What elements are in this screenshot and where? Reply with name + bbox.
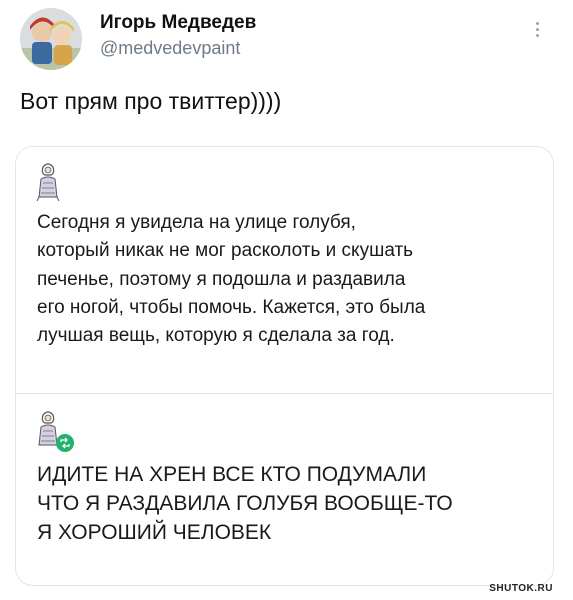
- more-vertical-icon[interactable]: [532, 22, 542, 46]
- post-line: печенье, поэтому я подошла и раздавила: [37, 268, 406, 290]
- avatar-photo: [20, 8, 82, 70]
- retweet-icon: [56, 434, 74, 452]
- tweet-text: Вот прям про твиттер)))): [20, 88, 282, 114]
- post-divider: [16, 393, 553, 394]
- author-name[interactable]: Игорь Медведев: [100, 12, 256, 34]
- post-line: который никак не мог расколоть и скушать: [37, 240, 414, 262]
- post-line: лучшая вещь, которую я сделала за год.: [37, 325, 395, 347]
- post-line: ЧТО Я РАЗДАВИЛА ГОЛУБЯ ВООБЩЕ-ТО: [37, 492, 453, 515]
- post-line: Я ХОРОШИЙ ЧЕЛОВЕК: [37, 521, 272, 544]
- character-doodle-icon: [36, 163, 60, 202]
- post-line: Сегодня я увидела на улице голубя,: [37, 212, 356, 233]
- quoted-post-2-text: ИДИТЕ НА ХРЕН ВСЕ КТО ПОДУМАЛИ ЧТО Я РАЗ…: [37, 460, 537, 547]
- quote-card[interactable]: Сегодня я увидела на улице голубя, котор…: [15, 146, 554, 586]
- quoted-post-1-text: Сегодня я увидела на улице голубя, котор…: [37, 209, 537, 350]
- watermark: SHUTOK.RU: [489, 583, 553, 594]
- author-avatar[interactable]: [20, 8, 82, 70]
- post-line: ИДИТЕ НА ХРЕН ВСЕ КТО ПОДУМАЛИ: [37, 463, 427, 486]
- author-handle[interactable]: @medvedevpaint: [100, 38, 240, 59]
- post-line: его ногой, чтобы помочь. Кажется, это бы…: [37, 296, 426, 318]
